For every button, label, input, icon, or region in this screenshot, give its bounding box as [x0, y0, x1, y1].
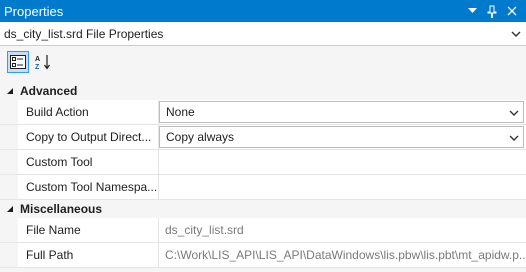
- window-title: Properties: [4, 3, 64, 19]
- chevron-down-icon[interactable]: [509, 130, 519, 144]
- property-row-custom-tool[interactable]: Custom Tool: [0, 150, 526, 175]
- object-selector-label: ds_city_list.srd File Properties: [4, 26, 164, 41]
- property-name: Full Path: [18, 243, 159, 267]
- build-action-dropdown[interactable]: None: [159, 101, 524, 123]
- copy-to-output-dropdown[interactable]: Copy always: [159, 126, 524, 148]
- property-grid: Advanced Build Action None Copy to Outpu…: [0, 82, 526, 268]
- property-row-full-path[interactable]: Full Path C:\Work\LIS_API\LIS_API\DataWi…: [0, 243, 526, 268]
- property-name: File Name: [18, 218, 159, 242]
- property-row-build-action[interactable]: Build Action None: [0, 100, 526, 125]
- category-label: Miscellaneous: [20, 202, 103, 216]
- properties-toolbar: A Z: [0, 46, 526, 78]
- property-name: Custom Tool: [18, 150, 159, 174]
- pin-icon[interactable]: [486, 4, 498, 18]
- close-icon[interactable]: [506, 4, 518, 18]
- property-row-custom-tool-namespace[interactable]: Custom Tool Namespa...: [0, 175, 526, 200]
- collapse-triangle-icon[interactable]: [0, 87, 20, 95]
- custom-tool-field[interactable]: [159, 150, 526, 174]
- property-name: Custom Tool Namespa...: [18, 175, 159, 199]
- property-value: Copy always: [166, 130, 235, 144]
- property-value: None: [166, 105, 195, 119]
- category-advanced[interactable]: Advanced: [0, 82, 526, 100]
- chevron-down-icon[interactable]: [509, 105, 519, 119]
- full-path-value: C:\Work\LIS_API\LIS_API\DataWindows\lis.…: [165, 248, 526, 262]
- svg-text:A: A: [35, 56, 40, 63]
- property-name: Copy to Output Direct...: [18, 125, 159, 149]
- collapse-triangle-icon[interactable]: [0, 205, 20, 213]
- category-label: Advanced: [20, 84, 78, 98]
- categorized-icon[interactable]: [7, 51, 29, 73]
- chevron-down-icon[interactable]: [506, 24, 526, 44]
- file-name-value: ds_city_list.srd: [165, 223, 244, 237]
- window-position-dropdown-icon[interactable]: [466, 4, 478, 18]
- properties-titlebar[interactable]: Properties: [0, 0, 526, 22]
- object-selector[interactable]: ds_city_list.srd File Properties: [0, 22, 526, 46]
- property-row-file-name[interactable]: File Name ds_city_list.srd: [0, 218, 526, 243]
- property-name: Build Action: [18, 100, 159, 124]
- property-row-copy-to-output[interactable]: Copy to Output Direct... Copy always: [0, 125, 526, 150]
- category-miscellaneous[interactable]: Miscellaneous: [0, 200, 526, 218]
- svg-text:Z: Z: [35, 64, 40, 70]
- custom-tool-namespace-field[interactable]: [159, 175, 526, 199]
- alphabetical-sort-icon[interactable]: A Z: [32, 51, 54, 73]
